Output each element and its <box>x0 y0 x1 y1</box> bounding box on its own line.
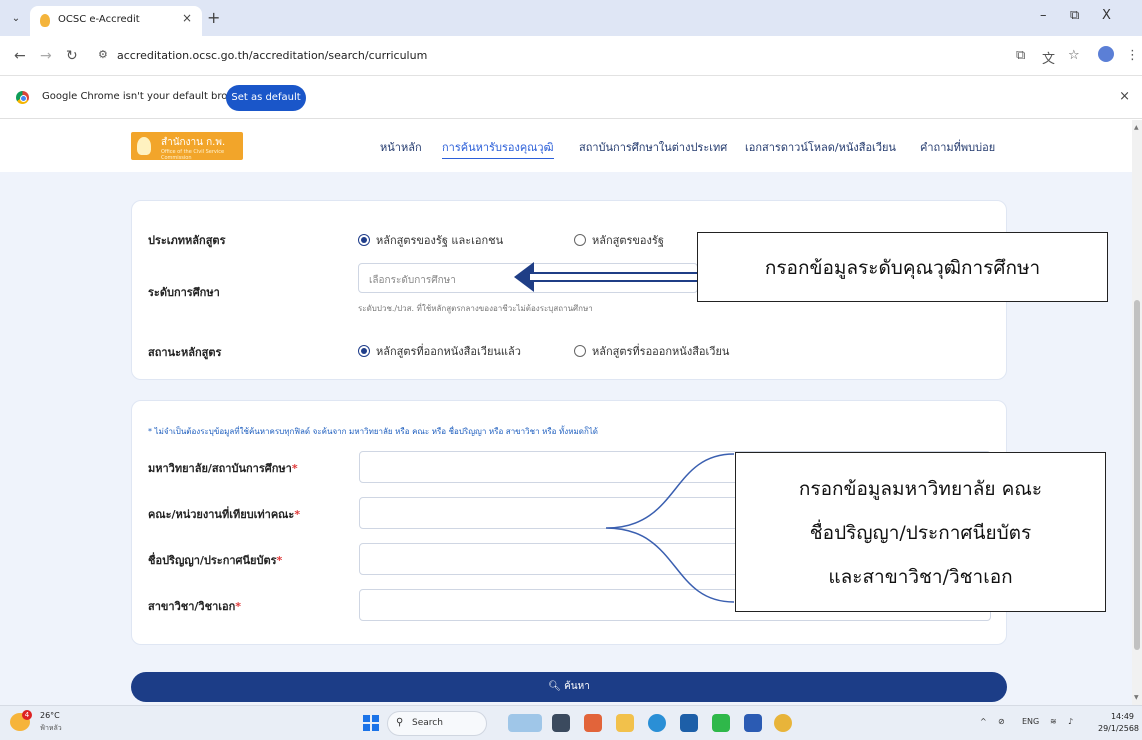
tab-title: OCSC e-Accredit <box>58 14 140 25</box>
search-note: * ไม่จำเป็นต้องระบุข้อมูลที่ใช้ค้นหาครบท… <box>148 427 598 436</box>
tab-search-chevron-icon[interactable]: ⌄ <box>8 11 24 27</box>
terminal-app-icon[interactable] <box>552 714 570 732</box>
radio-status-issued[interactable]: หลักสูตรที่ออกหนังสือเวียนแล้ว <box>358 342 521 360</box>
degree-label: ชื่อปริญญา/ประกาศนียบัตร* <box>148 554 283 567</box>
scroll-down-icon[interactable]: ▼ <box>1134 694 1139 701</box>
edge-browser-icon[interactable] <box>648 714 666 732</box>
radio-status-pending[interactable]: หลักสูตรที่รอออกหนังสือเวียน <box>574 342 729 360</box>
restore-button[interactable]: ⧉ <box>1070 8 1079 23</box>
set-default-button[interactable]: Set as default <box>226 85 306 111</box>
taskbar-search[interactable]: ⚲ Search <box>387 711 487 736</box>
windows-start-icon[interactable] <box>363 715 379 731</box>
radio-unselected-icon <box>574 234 586 246</box>
taskbar-search-label: Search <box>412 718 443 728</box>
radio-unselected-icon <box>574 345 586 357</box>
curriculum-type-label: ประเภทหลักสูตร <box>148 234 226 247</box>
file-explorer-icon[interactable] <box>616 714 634 732</box>
callout-line-3: และสาขาวิชา/วิชาเอก <box>828 566 1013 588</box>
language-indicator[interactable]: ENG <box>1022 717 1039 726</box>
logo-name: สำนักงาน ก.พ. <box>161 137 226 148</box>
word-app-icon[interactable] <box>744 714 762 732</box>
window-close-button[interactable]: X <box>1102 8 1111 23</box>
ocsc-emblem-icon <box>137 137 151 155</box>
search-icon: 🔍︎ <box>548 681 561 692</box>
default-browser-infobar: Google Chrome isn't your default browser… <box>0 77 1142 119</box>
weather-condition[interactable]: ฟ้าหลัว <box>40 723 62 734</box>
tray-chevron-icon[interactable]: ^ <box>980 717 987 726</box>
address-bar[interactable]: ⚙ accreditation.ocsc.go.th/accreditation… <box>92 42 992 70</box>
page-content: สำนักงาน ก.พ. Office of the Civil Servic… <box>0 120 1132 705</box>
temperature-text[interactable]: 26°C <box>40 711 60 720</box>
copilot-app-icon[interactable] <box>584 714 602 732</box>
reload-icon[interactable]: ↻ <box>66 48 78 64</box>
nav-home[interactable]: หน้าหลัก <box>380 138 422 156</box>
radio-selected-icon <box>358 234 370 246</box>
weather-badge: 4 <box>22 710 32 720</box>
site-favicon-icon <box>40 14 50 27</box>
radio-selected-icon <box>358 345 370 357</box>
radio-public-only[interactable]: หลักสูตรของรัฐ <box>574 231 664 249</box>
widgets-app-icon[interactable] <box>508 714 542 732</box>
line-app-icon[interactable] <box>712 714 730 732</box>
bookmark-star-icon[interactable]: ☆ <box>1068 48 1080 63</box>
forward-arrow-icon[interactable]: → <box>40 48 52 64</box>
site-info-icon[interactable]: ⚙ <box>98 48 108 61</box>
radio-public-private[interactable]: หลักสูตรของรัฐ และเอกชน <box>358 231 503 249</box>
callout-line-1: กรอกข้อมูลมหาวิทยาลัย คณะ <box>798 478 1043 500</box>
clock-time: 14:49 <box>1110 712 1134 721</box>
system-clock[interactable]: 14:49 29/1/2568 <box>1098 711 1140 735</box>
nav-accreditation-search[interactable]: การค้นหารับรองคุณวุฒิ <box>442 138 554 159</box>
nav-foreign-institutions[interactable]: สถาบันการศึกษาในต่างประเทศ <box>579 138 727 156</box>
university-label: มหาวิทยาลัย/สถาบันการศึกษา* <box>148 462 298 475</box>
infobar-close-icon[interactable]: × <box>1119 89 1130 104</box>
page-scrollbar[interactable]: ▲ ▼ <box>1132 120 1142 705</box>
browser-toolbar: ← → ↻ ⚙ accreditation.ocsc.go.th/accredi… <box>0 36 1142 76</box>
translate-icon[interactable]: 文 <box>1042 48 1055 67</box>
search-icon: ⚲ <box>396 717 404 728</box>
volume-icon[interactable]: ♪ <box>1068 717 1073 726</box>
menu-kebab-icon[interactable]: ⋮ <box>1126 48 1139 63</box>
minimize-button[interactable]: – <box>1040 8 1047 23</box>
wifi-icon[interactable]: ≋ <box>1050 717 1057 726</box>
tab-strip: ⌄ OCSC e-Accredit × + – ⧉ X <box>0 0 1142 36</box>
education-level-placeholder: เลือกระดับการศึกษา <box>369 275 456 286</box>
education-level-hint: ระดับปวช./ปวส. ที่ใช้หลักสูตรกลางของอาชี… <box>358 304 593 313</box>
network-status-icon[interactable]: ⊘ <box>998 717 1005 726</box>
annotation-curly-brace <box>605 453 735 603</box>
curriculum-status-label: สถานะหลักสูตร <box>148 346 222 359</box>
search-button[interactable]: 🔍︎ ค้นหา <box>131 672 1007 702</box>
back-arrow-icon[interactable]: ← <box>14 48 26 64</box>
major-label: สาขาวิชา/วิชาเอก* <box>148 600 242 613</box>
close-tab-icon[interactable]: × <box>182 11 192 25</box>
store-app-icon[interactable] <box>680 714 698 732</box>
annotation-callout-level: กรอกข้อมูลระดับคุณวุฒิการศึกษา <box>697 232 1108 302</box>
chrome-logo-icon <box>16 91 29 104</box>
ocsc-logo[interactable]: สำนักงาน ก.พ. Office of the Civil Servic… <box>131 132 243 161</box>
url-text[interactable]: accreditation.ocsc.go.th/accreditation/s… <box>117 49 427 62</box>
clock-date: 29/1/2568 <box>1098 724 1140 733</box>
profile-avatar-icon[interactable] <box>1098 46 1114 62</box>
scrollbar-thumb[interactable] <box>1134 300 1140 650</box>
annotation-callout-institution: กรอกข้อมูลมหาวิทยาลัย คณะ ชื่อปริญญา/ประ… <box>735 452 1106 612</box>
callout-line-2: ชื่อปริญญา/ประกาศนียบัตร <box>809 522 1032 544</box>
nav-documents[interactable]: เอกสารดาวน์โหลด/หนังสือเวียน <box>745 138 896 156</box>
logo-subtitle: Office of the Civil Service Commission <box>161 149 225 161</box>
infobar-message: Google Chrome isn't your default browser <box>42 91 252 102</box>
education-level-label: ระดับการศึกษา <box>148 286 220 299</box>
browser-tab[interactable]: OCSC e-Accredit × <box>30 6 202 36</box>
annotation-arrow-body <box>530 272 708 282</box>
chrome-app-icon[interactable] <box>774 714 792 732</box>
cast-icon[interactable]: ⧉ <box>1016 48 1025 63</box>
search-button-label: ค้นหา <box>564 681 590 692</box>
windows-taskbar: 4 26°C ฟ้าหลัว ⚲ Search ^ ⊘ ENG ≋ ♪ 14:4… <box>0 705 1142 740</box>
scroll-up-icon[interactable]: ▲ <box>1134 124 1139 131</box>
nav-faq[interactable]: คำถามที่พบบ่อย <box>920 138 995 156</box>
site-navbar: สำนักงาน ก.พ. Office of the Civil Servic… <box>0 120 1132 172</box>
faculty-label: คณะ/หน่วยงานที่เทียบเท่าคณะ* <box>148 508 301 521</box>
new-tab-button[interactable]: + <box>207 8 220 27</box>
